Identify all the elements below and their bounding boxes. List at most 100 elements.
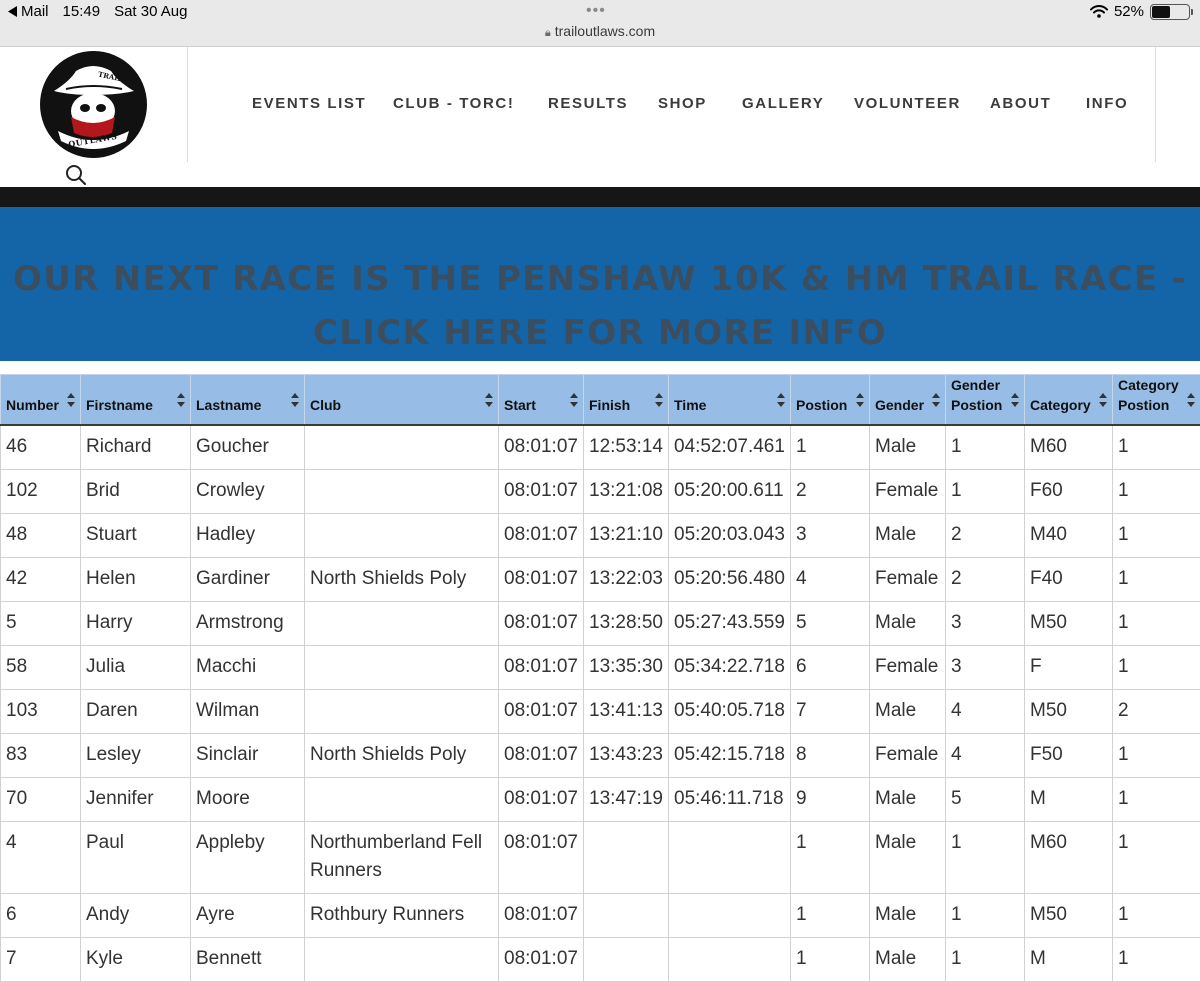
table-cell: Stuart	[81, 514, 191, 558]
address-bar[interactable]: 🔒︎trailoutlaws.com	[0, 23, 1200, 40]
column-header[interactable]: Finish	[584, 375, 669, 426]
table-row: 4PaulApplebyNorthumberland Fell Runners0…	[1, 822, 1200, 894]
column-header-label: Postion	[796, 397, 847, 413]
column-header[interactable]: Category	[1025, 375, 1113, 426]
table-row: 102BridCrowley08:01:0713:21:0805:20:00.6…	[1, 470, 1200, 514]
table-cell	[305, 602, 499, 646]
wifi-icon	[1090, 5, 1108, 18]
search-icon[interactable]	[64, 163, 88, 187]
table-cell: Northumberland Fell Runners	[305, 822, 499, 894]
nav-gallery[interactable]: GALLERY	[742, 95, 824, 112]
table-cell: 5	[791, 602, 870, 646]
column-header[interactable]: Time	[669, 375, 791, 426]
table-cell: Crowley	[191, 470, 305, 514]
table-cell: Jennifer	[81, 778, 191, 822]
nav-shop[interactable]: SHOP	[658, 95, 707, 112]
column-header-label: Firstname	[86, 397, 153, 413]
nav-results[interactable]: RESULTS	[548, 95, 628, 112]
banner-text[interactable]: OUR NEXT RACE IS THE PENSHAW 10K & HM TR…	[0, 252, 1200, 360]
table-header-row: Number Firstname Lastname ClubStartFinishTi…	[1, 375, 1200, 426]
table-cell: 2	[1113, 690, 1200, 734]
sort-arrows-icon[interactable]	[67, 393, 75, 407]
table-cell: North Shields Poly	[305, 558, 499, 602]
table-cell: M	[1025, 938, 1113, 982]
results-body: 46RichardGoucher08:01:0712:53:1404:52:07…	[1, 425, 1200, 982]
table-cell: 2	[946, 514, 1025, 558]
battery-percent: 52%	[1114, 3, 1144, 20]
table-cell: 13:35:30	[584, 646, 669, 690]
table-cell: 13:41:13	[584, 690, 669, 734]
table-cell	[584, 822, 669, 894]
table-cell: 1	[791, 938, 870, 982]
column-header[interactable]: Firstname	[81, 375, 191, 426]
table-cell: 08:01:07	[499, 894, 584, 938]
table-cell: Female	[870, 470, 946, 514]
table-cell: Andy	[81, 894, 191, 938]
sort-arrows-icon[interactable]	[1011, 393, 1019, 407]
table-cell: Kyle	[81, 938, 191, 982]
table-row: 48StuartHadley08:01:0713:21:1005:20:03.0…	[1, 514, 1200, 558]
sort-arrows-icon[interactable]	[177, 393, 185, 407]
table-cell: F	[1025, 646, 1113, 690]
table-cell: 1	[946, 822, 1025, 894]
table-cell: 58	[1, 646, 81, 690]
table-cell: 5	[946, 778, 1025, 822]
column-header-label: Lastname	[196, 397, 261, 413]
table-cell: 1	[1113, 558, 1200, 602]
nav-info[interactable]: INFO	[1086, 95, 1128, 112]
column-header-label: Category	[1030, 397, 1091, 413]
nav-club-torc[interactable]: CLUB - TORC!	[393, 95, 514, 112]
sort-arrows-icon[interactable]	[932, 393, 940, 407]
table-cell: Bennett	[191, 938, 305, 982]
table-cell: 08:01:07	[499, 690, 584, 734]
back-to-app[interactable]: Mail	[8, 3, 49, 20]
column-header[interactable]: Category Postion	[1113, 375, 1200, 426]
table-cell	[305, 778, 499, 822]
sort-arrows-icon[interactable]	[1187, 393, 1195, 407]
table-cell: 102	[1, 470, 81, 514]
sort-arrows-icon[interactable]	[1099, 393, 1107, 407]
table-cell: Daren	[81, 690, 191, 734]
sort-arrows-icon[interactable]	[291, 393, 299, 407]
table-cell: M50	[1025, 690, 1113, 734]
column-header[interactable]: Lastname	[191, 375, 305, 426]
column-header[interactable]: Club	[305, 375, 499, 426]
nav-events-list[interactable]: EVENTS LIST	[252, 95, 366, 112]
site-header: TRAIL OUTLAWS EVENTS LIST CLUB - TORC! R…	[0, 47, 1200, 187]
table-cell: 08:01:07	[499, 602, 584, 646]
nav-volunteer[interactable]: VOLUNTEER	[854, 95, 961, 112]
column-header[interactable]: Number	[1, 375, 81, 426]
column-header[interactable]: Gender	[870, 375, 946, 426]
table-cell: 05:20:56.480	[669, 558, 791, 602]
table-cell	[305, 690, 499, 734]
column-header[interactable]: Start	[499, 375, 584, 426]
sort-arrows-icon[interactable]	[570, 393, 578, 407]
table-cell: Hadley	[191, 514, 305, 558]
table-cell: 08:01:07	[499, 646, 584, 690]
table-row: 46RichardGoucher08:01:0712:53:1404:52:07…	[1, 425, 1200, 470]
sort-arrows-icon[interactable]	[856, 393, 864, 407]
table-cell: 4	[946, 690, 1025, 734]
sort-arrows-icon[interactable]	[777, 393, 785, 407]
table-cell: F60	[1025, 470, 1113, 514]
next-race-banner[interactable]: OUR NEXT RACE IS THE PENSHAW 10K & HM TR…	[0, 207, 1200, 361]
table-cell: Lesley	[81, 734, 191, 778]
status-right: 52%	[1090, 3, 1190, 20]
table-cell: 2	[946, 558, 1025, 602]
table-row: 42HelenGardinerNorth Shields Poly08:01:0…	[1, 558, 1200, 602]
column-header-label: Number	[6, 397, 59, 413]
table-cell: 05:46:11.718	[669, 778, 791, 822]
sort-arrows-icon[interactable]	[485, 393, 493, 407]
results-table: Number Firstname Lastname ClubStartFinishTi…	[0, 374, 1200, 982]
table-cell: Male	[870, 690, 946, 734]
table-cell: 48	[1, 514, 81, 558]
table-row: 7KyleBennett08:01:071Male1M1	[1, 938, 1200, 982]
column-header[interactable]: Postion	[791, 375, 870, 426]
back-app-label: Mail	[21, 3, 49, 20]
table-cell: M50	[1025, 894, 1113, 938]
table-cell: 05:20:00.611	[669, 470, 791, 514]
column-header[interactable]: Gender Postion	[946, 375, 1025, 426]
multitask-dots-icon[interactable]: •••	[586, 2, 606, 20]
nav-about[interactable]: ABOUT	[990, 95, 1051, 112]
sort-arrows-icon[interactable]	[655, 393, 663, 407]
